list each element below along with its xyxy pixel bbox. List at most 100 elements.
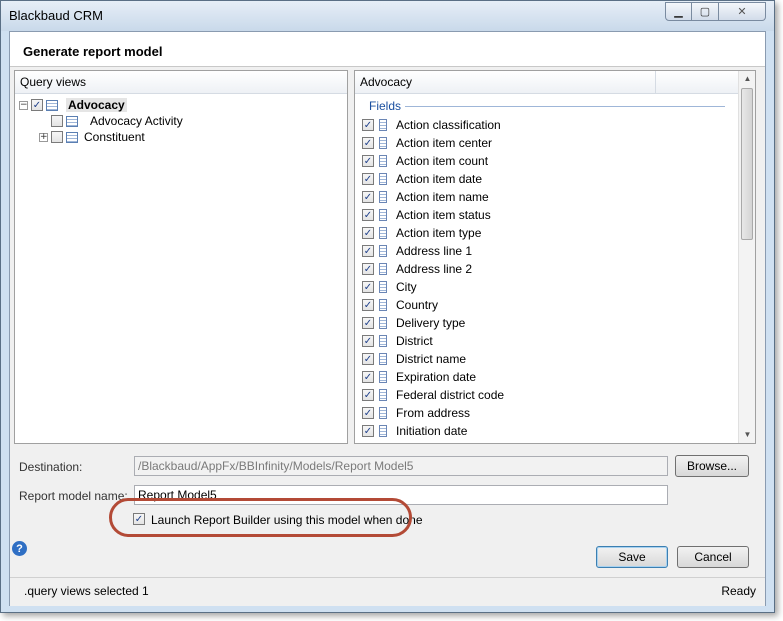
field-label: Initiation date xyxy=(396,424,468,438)
scrollbar-thumb[interactable] xyxy=(741,88,753,240)
maximize-icon: ▢ xyxy=(699,6,711,18)
table-icon xyxy=(46,99,58,111)
cancel-button[interactable]: Cancel xyxy=(677,546,749,568)
field-label: District name xyxy=(396,352,467,366)
destination-field[interactable] xyxy=(134,456,668,476)
field-item[interactable]: ✓ Action item date xyxy=(362,171,482,187)
tree-node[interactable]: − ✓ Advocacy xyxy=(19,97,127,113)
field-checkbox[interactable]: ✓ xyxy=(362,281,374,293)
field-item[interactable]: ✓ Address line 1 xyxy=(362,243,472,259)
field-checkbox[interactable]: ✓ xyxy=(362,245,374,257)
field-label: Action item center xyxy=(396,136,493,150)
field-checkbox[interactable]: ✓ xyxy=(362,155,374,167)
field-item[interactable]: ✓ Initiation date xyxy=(362,423,467,439)
field-item[interactable]: ✓ Action item type xyxy=(362,225,481,241)
checkmark-icon: ✓ xyxy=(363,317,373,329)
field-item[interactable]: ✓ Federal district code xyxy=(362,387,504,403)
field-checkbox[interactable]: ✓ xyxy=(362,389,374,401)
tree-node-checkbox[interactable] xyxy=(51,131,63,143)
checkmark-icon: ✓ xyxy=(363,407,373,419)
table-icon xyxy=(66,115,78,127)
field-label: Expiration date xyxy=(396,370,477,384)
destination-label: Destination: xyxy=(19,460,83,474)
field-label: Address line 1 xyxy=(396,244,473,258)
field-item[interactable]: ✓ City xyxy=(362,279,417,295)
fields-section-label: Fields xyxy=(369,99,402,113)
checkmark-icon: ✓ xyxy=(363,389,373,401)
scroll-down-icon[interactable]: ▼ xyxy=(739,427,755,443)
field-item[interactable]: ✓ District name xyxy=(362,351,466,367)
save-button[interactable]: Save xyxy=(596,546,668,568)
window-title: Blackbaud CRM xyxy=(9,8,103,23)
query-views-header-label: Query views xyxy=(20,75,87,89)
checkmark-icon: ✓ xyxy=(363,353,373,365)
collapse-icon[interactable]: − xyxy=(19,100,28,110)
field-checkbox[interactable]: ✓ xyxy=(362,317,374,329)
field-checkbox[interactable]: ✓ xyxy=(362,425,374,437)
tree-node-label: Advocacy Activity xyxy=(90,114,183,128)
field-item[interactable]: ✓ Country xyxy=(362,297,438,313)
field-checkbox[interactable]: ✓ xyxy=(362,353,374,365)
checkmark-icon: ✓ xyxy=(363,191,373,203)
field-checkbox[interactable]: ✓ xyxy=(362,191,374,203)
field-item[interactable]: ✓ Action item name xyxy=(362,189,489,205)
field-icon xyxy=(379,191,387,203)
checkmark-icon: ✓ xyxy=(363,245,373,257)
checkmark-icon: ✓ xyxy=(363,155,373,167)
help-icon[interactable]: ? xyxy=(12,541,27,556)
checkmark-icon: ✓ xyxy=(363,119,373,131)
browse-button[interactable]: Browse... xyxy=(675,455,749,477)
field-checkbox[interactable]: ✓ xyxy=(362,137,374,149)
query-views-header: Query views xyxy=(15,71,347,94)
scroll-up-icon[interactable]: ▲ xyxy=(739,71,755,87)
field-checkbox[interactable]: ✓ xyxy=(362,263,374,275)
field-item[interactable]: ✓ Action item center xyxy=(362,135,492,151)
tree-node[interactable]: + Constituent xyxy=(39,129,145,145)
expand-icon[interactable]: + xyxy=(39,132,48,142)
field-label: Action item type xyxy=(396,226,482,240)
field-checkbox[interactable]: ✓ xyxy=(362,299,374,311)
status-ready-text: Ready xyxy=(721,584,756,598)
title-bar[interactable]: Blackbaud CRM ▁ ▢ ✕ xyxy=(1,1,774,31)
field-item[interactable]: ✓ Action item count xyxy=(362,153,488,169)
column-divider[interactable] xyxy=(655,71,656,93)
field-icon xyxy=(379,119,387,131)
close-button[interactable]: ✕ xyxy=(719,2,766,21)
minimize-button[interactable]: ▁ xyxy=(665,2,692,21)
field-icon xyxy=(379,137,387,149)
field-checkbox[interactable]: ✓ xyxy=(362,371,374,383)
field-checkbox[interactable]: ✓ xyxy=(362,227,374,239)
field-item[interactable]: ✓ Delivery type xyxy=(362,315,465,331)
field-item[interactable]: ✓ Expiration date xyxy=(362,369,476,385)
checkmark-icon: ✓ xyxy=(32,99,42,111)
fields-divider xyxy=(405,106,725,107)
field-item[interactable]: ✓ From address xyxy=(362,405,470,421)
field-label: Action item status xyxy=(396,208,491,222)
fields-pane-header-label: Advocacy xyxy=(360,75,413,89)
checkmark-icon: ✓ xyxy=(363,281,373,293)
maximize-button[interactable]: ▢ xyxy=(692,2,719,21)
field-checkbox[interactable]: ✓ xyxy=(362,407,374,419)
field-item[interactable]: ✓ District xyxy=(362,333,433,349)
field-checkbox[interactable]: ✓ xyxy=(362,119,374,131)
tree-node-label: Constituent xyxy=(84,130,145,144)
field-icon xyxy=(379,227,387,239)
field-label: Action item count xyxy=(396,154,489,168)
field-item[interactable]: ✓ Action classification xyxy=(362,117,501,133)
field-checkbox[interactable]: ✓ xyxy=(362,335,374,347)
tree-node-checkbox[interactable]: ✓ xyxy=(31,99,43,111)
fields-scrollbar[interactable]: ▲ ▼ xyxy=(738,71,755,443)
query-views-pane: Query views − ✓ Advocacy Advocacy Activity +… xyxy=(14,70,348,444)
field-icon xyxy=(379,371,387,383)
field-checkbox[interactable]: ✓ xyxy=(362,173,374,185)
tree-node-checkbox[interactable] xyxy=(51,115,63,127)
field-label: Delivery type xyxy=(396,316,466,330)
dialog-title: Generate report model xyxy=(23,44,163,59)
field-label: District xyxy=(396,334,433,348)
tree-node[interactable]: Advocacy Activity xyxy=(39,113,183,129)
field-item[interactable]: ✓ Action item status xyxy=(362,207,491,223)
status-bar: .query views selected 1 Ready xyxy=(10,577,765,606)
field-checkbox[interactable]: ✓ xyxy=(362,209,374,221)
checkmark-icon: ✓ xyxy=(363,209,373,221)
field-item[interactable]: ✓ Address line 2 xyxy=(362,261,472,277)
